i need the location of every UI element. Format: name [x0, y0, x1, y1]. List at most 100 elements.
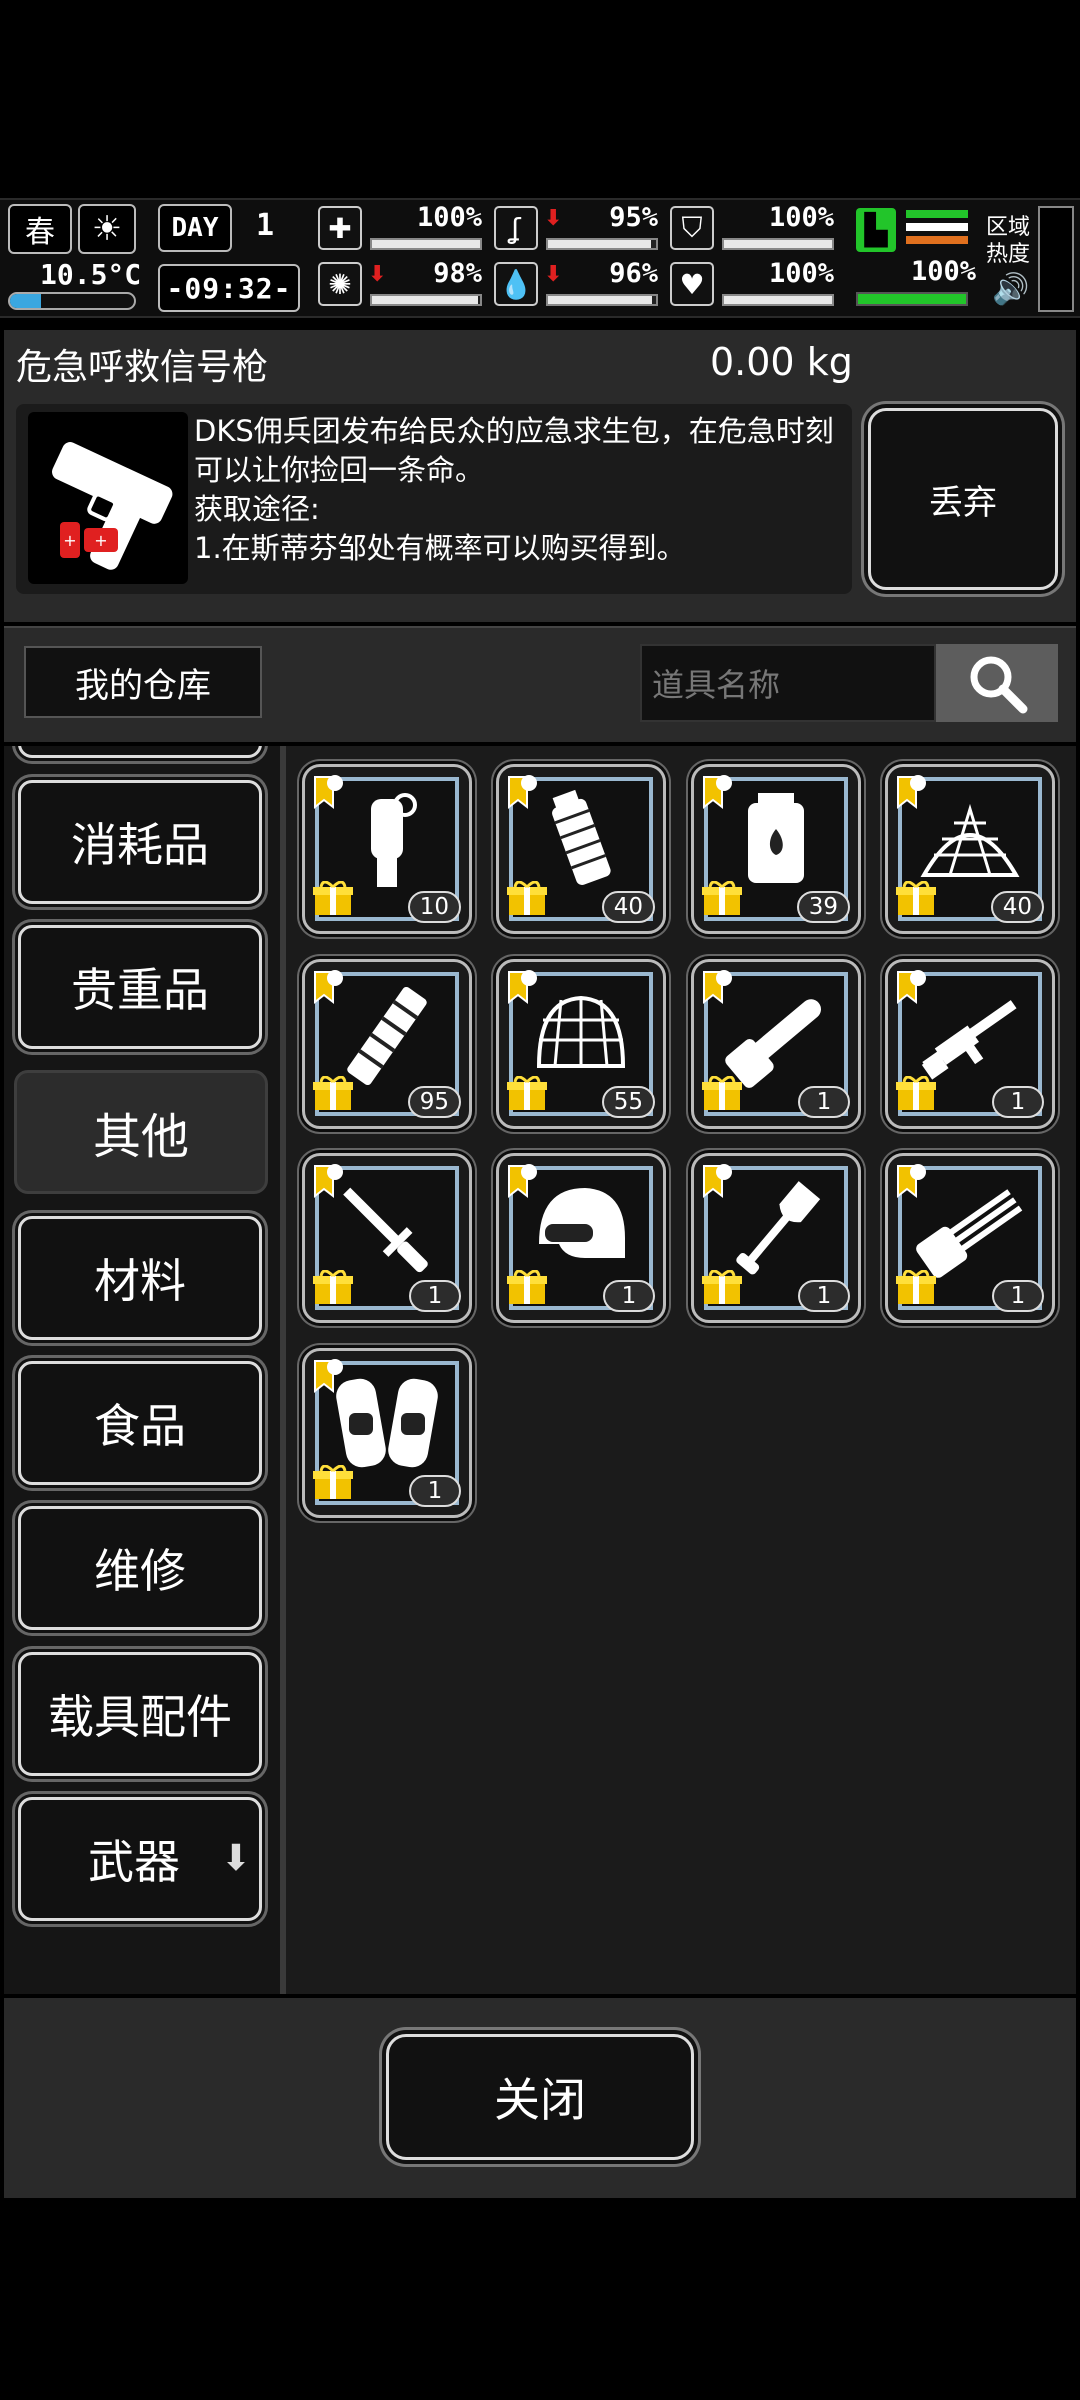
category-vehicle-parts[interactable]: 载具配件 [18, 1652, 262, 1776]
item-slot[interactable]: 1 [302, 1348, 472, 1518]
category-consumables[interactable]: 消耗品 [18, 780, 262, 904]
bookmark-tag-icon [314, 1164, 343, 1199]
acquire-title: 获取途径: [194, 492, 320, 526]
stat-value: 100% [768, 258, 834, 289]
quantity-badge: 40 [601, 891, 655, 923]
item-slot[interactable]: 55 [496, 959, 666, 1129]
item-name: 危急呼救信号枪 [16, 347, 269, 388]
stamina-fill [858, 294, 966, 304]
stomach-icon: ʆ [494, 206, 538, 250]
search-button[interactable] [936, 644, 1058, 722]
svg-text:+: + [94, 531, 107, 550]
gift-box-icon [507, 1270, 547, 1304]
clock: -09:32- [158, 264, 300, 312]
arrow-down-icon: ⬇ [220, 1838, 251, 1879]
boot-icon: ▙ [856, 208, 896, 252]
stat-thirst: 💧 ⬇ 96% [494, 258, 662, 312]
quantity-badge: 1 [992, 1280, 1044, 1312]
search-icon [970, 656, 1028, 714]
bookmark-tag-icon [703, 970, 732, 1005]
quantity-badge: 1 [409, 1475, 461, 1507]
speaker-icon[interactable]: 🔊 [992, 272, 1029, 307]
decrease-arrow-icon: ⬇ [544, 262, 563, 287]
storage-title: 我的仓库 [24, 646, 262, 718]
quantity-badge: 1 [798, 1086, 850, 1118]
gift-box-icon [896, 1076, 936, 1110]
medkit-icon: ✚ [318, 206, 362, 250]
bookmark-tag-icon [314, 970, 343, 1005]
quantity-badge: 39 [796, 891, 850, 923]
decrease-arrow-icon: ⬇ [544, 206, 563, 231]
clock-time: -09:32- [166, 271, 292, 305]
bookmark-tag-icon [703, 775, 732, 810]
heart-icon: ♥ [670, 262, 714, 306]
day-counter: DAY [158, 204, 232, 252]
stamina-panel: ▙ 100% [852, 204, 976, 314]
svg-text:+: + [63, 531, 76, 550]
gift-box-icon [702, 881, 742, 915]
quantity-badge: 55 [601, 1086, 655, 1118]
item-slot[interactable]: 1 [691, 959, 861, 1129]
stat-armor: ⛉ 100% [670, 202, 838, 256]
quantity-badge: 1 [992, 1086, 1044, 1118]
stat-heart: ♥ 100% [670, 258, 838, 312]
bookmark-tag-icon [314, 775, 343, 810]
stamina-bar [856, 292, 968, 306]
search-input[interactable]: 道具名称 [640, 644, 936, 722]
bookmark-tag-icon [897, 775, 926, 810]
gift-box-icon [313, 1270, 353, 1304]
stat-value: 98% [433, 258, 482, 289]
category-repair[interactable]: 维修 [18, 1506, 262, 1630]
item-slot[interactable]: 1 [302, 1153, 472, 1323]
water-drop-icon: 💧 [494, 262, 538, 306]
item-weight: 0.00 kg [710, 340, 853, 384]
stat-value: 100% [416, 202, 482, 233]
stat-hunger: ʆ ⬇ 95% [494, 202, 662, 256]
stamina-value: 100% [910, 256, 976, 287]
gift-box-icon [507, 881, 547, 915]
item-slot[interactable]: 1 [496, 1153, 666, 1323]
item-slot[interactable]: 1 [885, 1153, 1055, 1323]
temperature-readout: 10.5°C [8, 258, 141, 314]
stat-bar [370, 294, 482, 306]
quantity-badge: 40 [990, 891, 1044, 923]
description-text: DKS佣兵团发布给民众的应急求生包，在危急时刻可以让你捡回一条命。 [194, 414, 834, 487]
quantity-badge: 10 [407, 891, 461, 923]
item-slot[interactable]: 1 [885, 959, 1055, 1129]
category-weapons[interactable]: 武器 ⬇ [18, 1797, 262, 1921]
gift-box-icon [313, 1076, 353, 1110]
item-slot[interactable]: 40 [885, 764, 1055, 934]
heat-stripes [906, 210, 968, 250]
close-button[interactable]: 关闭 [386, 2034, 694, 2160]
stat-value: 100% [768, 202, 834, 233]
quantity-badge: 95 [407, 1086, 461, 1118]
stat-value: 95% [609, 202, 658, 233]
gift-box-icon [896, 1270, 936, 1304]
category-scroll-stub [18, 746, 262, 758]
category-materials[interactable]: 材料 [18, 1216, 262, 1340]
season-indicator: 春 [8, 204, 72, 254]
stat-bar [546, 294, 658, 306]
stat-bar [722, 238, 834, 250]
stat-bar [546, 238, 658, 250]
bookmark-tag-icon [897, 970, 926, 1005]
category-label: 武器 [88, 1835, 180, 1889]
category-valuables[interactable]: 贵重品 [18, 925, 262, 1049]
item-slot[interactable]: 1 [691, 1153, 861, 1323]
acquire-text: 1.在斯蒂芬邹处有概率可以购买得到。 [194, 531, 686, 565]
discard-button[interactable]: 丢弃 [868, 408, 1058, 590]
season-label: 春 [25, 215, 55, 250]
item-slot[interactable]: 10 [302, 764, 472, 934]
stat-value: 96% [609, 258, 658, 289]
item-slot[interactable]: 40 [496, 764, 666, 934]
category-food[interactable]: 食品 [18, 1361, 262, 1485]
bookmark-tag-icon [508, 775, 537, 810]
bookmark-tag-icon [314, 1359, 343, 1394]
weather-sun-icon: ☀ [78, 204, 136, 254]
item-slot[interactable]: 39 [691, 764, 861, 934]
bookmark-tag-icon [508, 1164, 537, 1199]
item-slot[interactable]: 95 [302, 959, 472, 1129]
category-other[interactable]: 其他 [14, 1070, 268, 1194]
quantity-badge: 1 [409, 1280, 461, 1312]
bookmark-tag-icon [703, 1164, 732, 1199]
